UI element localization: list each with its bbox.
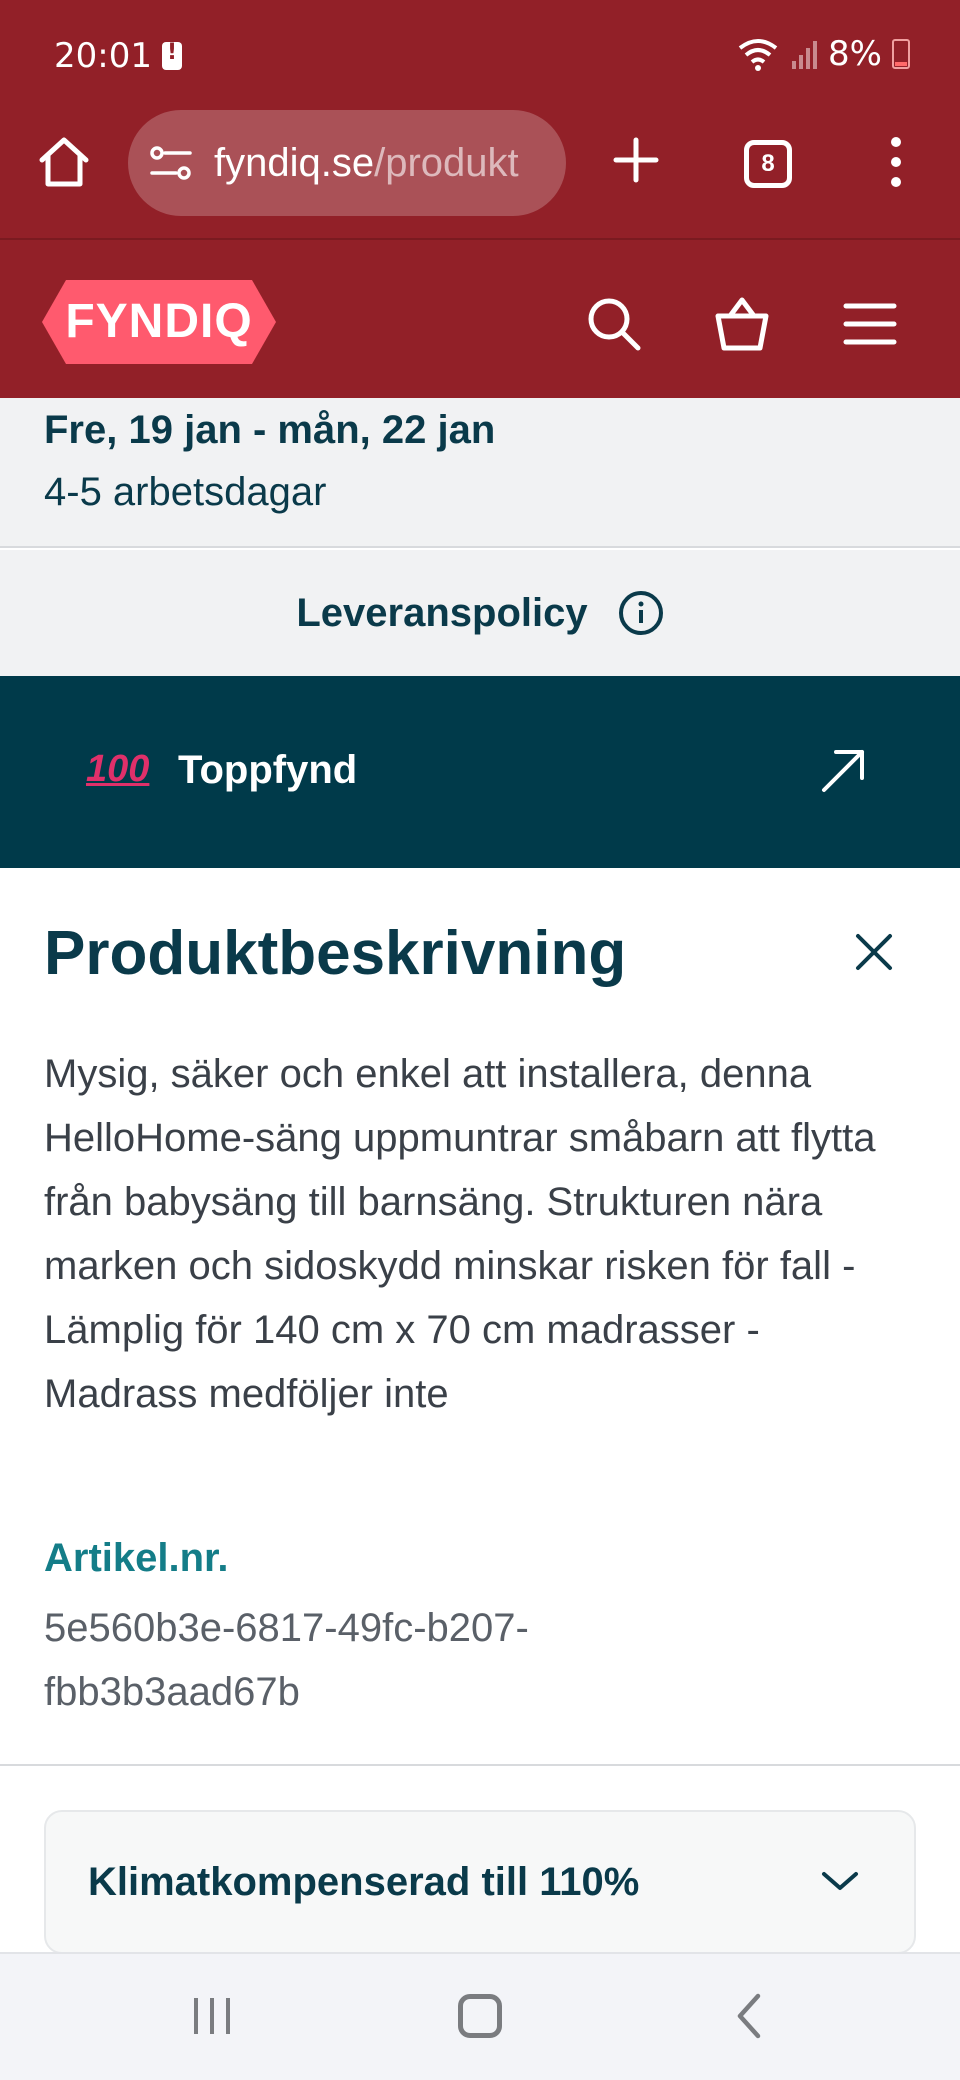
signal-icon: [792, 41, 818, 69]
divider: [0, 1764, 960, 1766]
status-time: 20:01: [54, 36, 152, 76]
url-text: fyndiq.se/produkt: [214, 141, 519, 186]
browser-toolbar: fyndiq.se/produkt 8: [0, 110, 960, 240]
home-icon[interactable]: [36, 134, 92, 190]
climate-compensation-label: Klimatkompenserad till 110%: [88, 1860, 640, 1904]
delivery-policy-label: Leveranspolicy: [296, 590, 588, 635]
tabs-icon[interactable]: 8: [744, 140, 792, 188]
home-button-icon[interactable]: [458, 1994, 502, 2038]
article-number-value: 5e560b3e-6817-49fc-b207-fbb3b3aad67b: [44, 1606, 529, 1714]
logo-text: FYNDIQ: [65, 295, 253, 348]
external-arrow-icon[interactable]: [818, 746, 868, 796]
recents-icon[interactable]: [190, 1996, 234, 2036]
close-icon[interactable]: [852, 930, 896, 974]
url-host: fyndiq.se: [214, 140, 375, 185]
product-description-title: Produktbeskrivning: [44, 919, 627, 988]
toppfynd-label: Toppfynd: [178, 748, 358, 792]
delivery-workdays: 4-5 arbetsdagar: [44, 470, 327, 514]
cart-icon[interactable]: [712, 294, 772, 354]
search-icon[interactable]: [584, 294, 644, 354]
back-icon[interactable]: [734, 1992, 764, 2040]
info-icon[interactable]: [618, 590, 664, 636]
article-number-label: Artikel.nr.: [44, 1536, 229, 1580]
site-header: FYNDIQ: [0, 240, 960, 398]
alert-icon: [162, 40, 182, 70]
more-icon[interactable]: [880, 132, 912, 192]
product-description-text: Mysig, säker och enkel att installera, d…: [44, 1052, 876, 1416]
delivery-policy-button[interactable]: Leveranspolicy: [0, 550, 960, 676]
new-tab-icon[interactable]: [608, 132, 664, 188]
site-settings-icon[interactable]: [148, 143, 194, 183]
address-bar[interactable]: fyndiq.se/produkt: [128, 110, 566, 216]
chevron-down-icon[interactable]: [820, 1866, 860, 1896]
delivery-date-range: Fre, 19 jan - mån, 22 jan: [44, 408, 496, 452]
hamburger-menu-icon[interactable]: [840, 294, 900, 354]
battery-icon: [892, 39, 910, 69]
status-bar: 20:01 8%: [0, 0, 960, 110]
battery-percent: 8%: [828, 34, 882, 74]
status-indicators: 8%: [736, 34, 910, 74]
hundred-points-icon: 100: [86, 748, 150, 790]
wifi-icon: [738, 39, 778, 71]
url-path: /produkt: [374, 140, 519, 185]
